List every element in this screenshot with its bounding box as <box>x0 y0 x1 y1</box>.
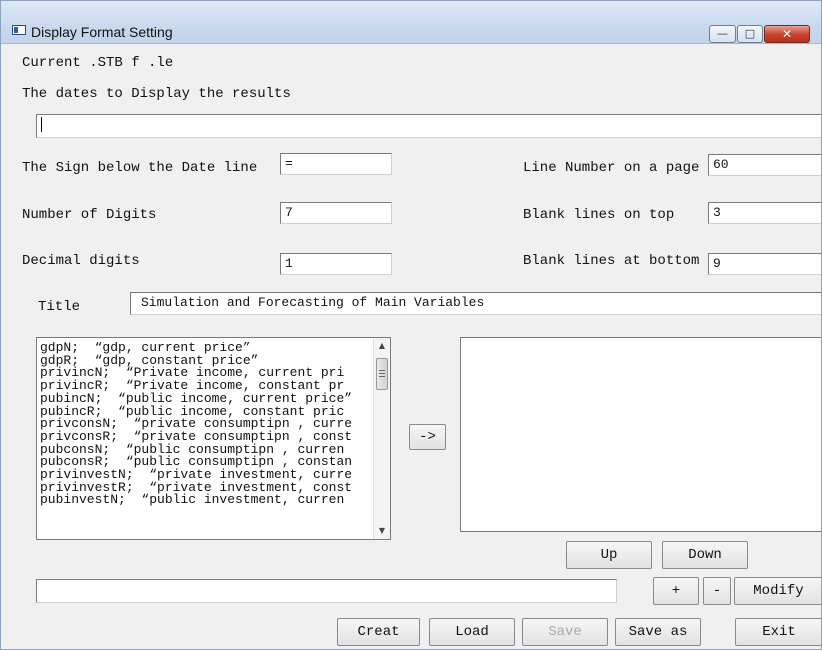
text-caret <box>41 117 42 133</box>
decimal-input[interactable]: 1 <box>280 253 392 275</box>
exit-button[interactable]: Exit <box>735 618 821 646</box>
blank-bottom-input[interactable]: 9 <box>708 253 821 275</box>
title-bar[interactable]: Display Format Setting — □ ✕ <box>1 1 821 44</box>
variables-scrollbar[interactable]: ▲ ▼ <box>373 338 390 539</box>
scroll-down-arrow-icon[interactable]: ▼ <box>374 523 390 539</box>
line-number-input[interactable]: 60 <box>708 154 821 176</box>
blank-top-input[interactable]: 3 <box>708 202 821 224</box>
variables-listbox[interactable]: gdpN; “gdp, current price” gdpR; “gdp, co… <box>36 337 391 540</box>
remove-button[interactable]: - <box>703 577 731 605</box>
add-button[interactable]: + <box>653 577 699 605</box>
save-as-button[interactable]: Save as <box>615 618 701 646</box>
blank-top-label: Blank lines on top <box>523 207 675 223</box>
scroll-up-arrow-icon[interactable]: ▲ <box>374 338 390 354</box>
current-file-label: Current .STB f .le <box>22 55 174 71</box>
dates-input[interactable] <box>36 114 821 138</box>
window-title: Display Format Setting <box>31 24 173 40</box>
scroll-grip-line <box>379 370 385 371</box>
title-input[interactable]: Simulation and Forecasting of Main Varia… <box>130 292 821 315</box>
sign-input[interactable]: = <box>280 153 392 175</box>
transfer-right-button[interactable]: -> <box>409 424 446 450</box>
dates-label: The dates to Display the results <box>22 86 291 102</box>
title-label: Title <box>38 299 81 315</box>
close-button[interactable]: ✕ <box>764 25 810 43</box>
scroll-grip-line <box>379 373 385 374</box>
move-down-button[interactable]: Down <box>662 541 748 569</box>
line-number-label: Line Number on a page <box>523 160 700 176</box>
minimize-button[interactable]: — <box>709 25 736 43</box>
scroll-thumb[interactable] <box>376 358 388 390</box>
blank-bottom-label: Blank lines at bottom <box>523 253 700 269</box>
modify-button[interactable]: Modify <box>734 577 821 605</box>
creat-button[interactable]: Creat <box>337 618 420 646</box>
variable-edit-input[interactable] <box>36 579 617 603</box>
decimal-label: Decimal digits <box>22 253 140 269</box>
move-up-button[interactable]: Up <box>566 541 652 569</box>
display-format-window: Display Format Setting — □ ✕ Current .ST… <box>0 0 822 650</box>
variables-list: gdpN; “gdp, current price” gdpR; “gdp, co… <box>40 342 372 507</box>
save-button: Save <box>522 618 608 646</box>
variable-list-item[interactable]: pubinvestN; “public investment, curren <box>40 494 372 507</box>
scroll-grip-line <box>379 376 385 377</box>
sign-label: The Sign below the Date line <box>22 160 258 176</box>
maximize-button[interactable]: □ <box>737 25 763 43</box>
digits-input[interactable]: 7 <box>280 202 392 224</box>
app-window-icon <box>12 25 26 35</box>
digits-label: Number of Digits <box>22 207 157 223</box>
load-button[interactable]: Load <box>429 618 515 646</box>
selected-variables-listbox[interactable] <box>460 337 821 532</box>
